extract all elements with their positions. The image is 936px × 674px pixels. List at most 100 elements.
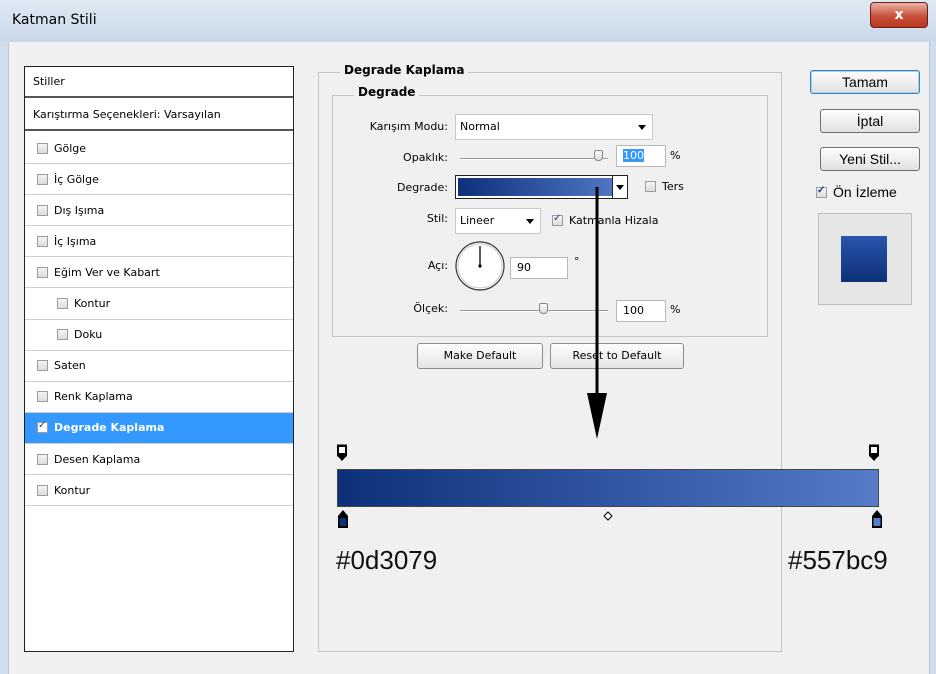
dropdown-arrow-icon (526, 219, 534, 224)
angle-dial-icon[interactable] (454, 240, 506, 292)
make-default-label: Make Default (443, 349, 517, 362)
scale-slider-thumb[interactable] (539, 303, 548, 314)
style-item-label: Eğim Ver ve Kabart (54, 265, 160, 279)
preview-swatch (841, 236, 887, 282)
opacity-stop-icon (337, 444, 347, 461)
color-stop-icon[interactable] (337, 510, 349, 532)
window-frame-left (0, 42, 8, 674)
style-value: Lineer (460, 214, 495, 227)
style-item-checkbox[interactable] (37, 266, 48, 278)
gradient-label: Degrade: (397, 181, 448, 194)
reset-to-default-button[interactable]: Reset to Default (550, 343, 684, 369)
make-default-button[interactable]: Make Default (417, 343, 543, 369)
opacity-input[interactable]: 100 (616, 145, 666, 167)
style-item-label: Dış Işıma (54, 203, 105, 217)
style-item-checkbox[interactable] (57, 298, 68, 309)
scale-unit: % (670, 303, 681, 316)
ok-label: Tamam (842, 74, 888, 90)
close-icon: x (894, 7, 904, 23)
color-stop-icon[interactable] (871, 510, 883, 532)
end-color-label: #557bc9 (788, 545, 888, 575)
style-item-checkbox[interactable] (37, 453, 48, 465)
angle-unit: ° (574, 255, 580, 268)
style-item[interactable]: Gölge (25, 133, 293, 164)
style-item-label: Degrade Kaplama (54, 421, 165, 435)
style-item-checkbox[interactable] (37, 235, 48, 247)
style-item-label: Gölge (54, 141, 87, 155)
midpoint-diamond-icon[interactable] (603, 510, 613, 521)
style-item[interactable]: Desen Kaplama (25, 444, 293, 475)
blend-mode-value: Normal (460, 120, 500, 133)
blending-options-label: Karıştırma Seçenekleri: Varsayılan (33, 108, 221, 121)
style-item[interactable]: Kontur (25, 475, 293, 507)
style-item[interactable]: Doku (25, 320, 293, 351)
scale-label: Ölçek: (413, 302, 448, 315)
style-item[interactable]: Eğim Ver ve Kabart (25, 257, 293, 289)
opacity-value: 100 (623, 149, 644, 162)
style-item-label: İç Gölge (54, 172, 99, 186)
styles-header[interactable]: Stiller (25, 67, 293, 98)
opacity-unit: % (670, 149, 681, 162)
style-item-checkbox[interactable] (37, 484, 48, 496)
dropdown-arrow-icon (616, 185, 624, 190)
style-item-label: Saten (54, 359, 86, 373)
style-item-checkbox[interactable] (37, 142, 48, 154)
gradient-subgroup-title: Degrade (354, 85, 420, 99)
new-style-label: Yeni Stil... (839, 151, 901, 167)
style-item-checkbox[interactable] (37, 360, 48, 372)
style-item-checkbox[interactable] (37, 420, 48, 434)
style-item-label: Desen Kaplama (54, 452, 141, 466)
gradient-dropdown-button[interactable] (612, 175, 628, 199)
style-item-label: Kontur (74, 297, 111, 310)
opacity-label: Opaklık: (403, 151, 448, 164)
style-preview-box (818, 213, 912, 305)
scale-input[interactable]: 100 (616, 300, 666, 322)
preview-label: Ön İzleme (833, 184, 897, 200)
cancel-button[interactable]: İptal (820, 109, 920, 133)
styles-header-label: Stiller (33, 75, 65, 88)
gradient-preview-bar[interactable] (337, 469, 879, 507)
blend-mode-dropdown[interactable]: Normal (455, 114, 653, 140)
style-item[interactable]: Renk Kaplama (25, 382, 293, 413)
preview-check-box[interactable] (816, 185, 827, 198)
blending-options-item[interactable]: Karıştırma Seçenekleri: Varsayılan (25, 100, 293, 131)
style-item[interactable]: Degrade Kaplama (25, 412, 293, 444)
style-dropdown[interactable]: Lineer (455, 208, 541, 234)
style-item-label: İç Işıma (54, 234, 97, 248)
reverse-checkbox[interactable]: Ters (645, 180, 684, 193)
opacity-slider-thumb[interactable] (594, 150, 603, 161)
style-item-checkbox[interactable] (57, 329, 68, 341)
down-arrow-icon (585, 187, 609, 441)
style-item-checkbox[interactable] (37, 391, 48, 403)
styles-list: Stiller Karıştırma Seçenekleri: Varsayıl… (24, 66, 294, 652)
style-item[interactable]: Dış Işıma (25, 195, 293, 227)
style-label: Stil: (426, 212, 448, 225)
cancel-label: İptal (856, 113, 884, 129)
preview-checkbox[interactable]: Ön İzleme (816, 184, 897, 200)
style-item[interactable]: Kontur (25, 289, 293, 320)
style-item[interactable]: Saten (25, 351, 293, 382)
reverse-label: Ters (662, 180, 684, 193)
opacity-stop-icon (869, 444, 879, 461)
angle-input[interactable]: 90 (510, 257, 568, 279)
new-style-button[interactable]: Yeni Stil... (820, 147, 920, 171)
reverse-check-box[interactable] (645, 181, 656, 192)
scale-value: 100 (623, 304, 644, 317)
align-check-box[interactable] (552, 213, 563, 226)
ok-button[interactable]: Tamam (810, 70, 920, 94)
close-button[interactable]: x (870, 2, 928, 28)
style-item-label: Kontur (54, 483, 91, 497)
window-title: Katman Stili (12, 12, 97, 28)
gradient-overlay-title: Degrade Kaplama (340, 63, 469, 77)
style-item-checkbox[interactable] (37, 204, 48, 216)
style-item-label: Renk Kaplama (54, 390, 133, 404)
style-item[interactable]: İç Gölge (25, 164, 293, 196)
opacity-slider-track[interactable] (460, 158, 608, 160)
style-item[interactable]: İç Işıma (25, 226, 293, 258)
style-item-label: Doku (74, 328, 103, 342)
blend-mode-label: Karışım Modu: (369, 120, 448, 133)
title-bar (0, 0, 936, 43)
angle-label: Açı: (427, 259, 448, 272)
style-item-checkbox[interactable] (37, 173, 48, 185)
angle-value: 90 (517, 261, 531, 274)
